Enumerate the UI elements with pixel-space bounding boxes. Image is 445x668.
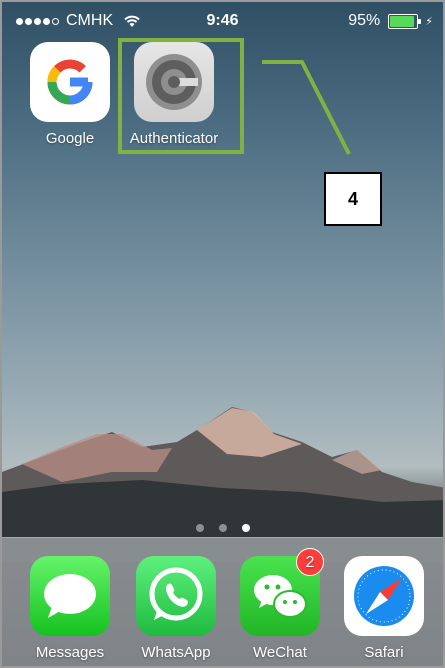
page-dot xyxy=(195,524,204,532)
app-label: WhatsApp xyxy=(141,644,211,661)
safari-logo xyxy=(354,566,414,626)
compass-icon xyxy=(344,556,424,636)
battery-percent: 95% xyxy=(348,12,381,29)
google-g-icon xyxy=(30,42,110,122)
battery-icon xyxy=(388,13,422,29)
callout-number-label: 4 xyxy=(324,172,382,226)
page-indicator[interactable] xyxy=(2,524,443,532)
app-whatsapp[interactable]: WhatsApp xyxy=(130,556,222,661)
page-dot-active xyxy=(241,524,250,532)
page-dot xyxy=(218,524,227,532)
wechat-tile-wrap: 2 xyxy=(240,548,324,636)
app-label: Safari xyxy=(364,644,404,661)
app-label: Messages xyxy=(35,644,105,661)
charging-bolt-icon: ⚡ xyxy=(425,15,433,28)
app-wechat[interactable]: 2 WeChat xyxy=(234,548,326,661)
battery-tip xyxy=(418,18,422,24)
phone-bubble-icon xyxy=(136,556,216,636)
app-label: WeChat xyxy=(253,644,307,661)
notification-badge: 2 xyxy=(296,548,324,576)
messages-logo xyxy=(44,574,96,618)
dock: Messages WhatsApp 2 WeChat Safari xyxy=(2,537,443,666)
speech-bubble-icon xyxy=(30,556,110,636)
app-safari[interactable]: Safari xyxy=(338,556,430,661)
status-right: 95% ⚡ xyxy=(348,12,433,30)
app-label: Google xyxy=(45,130,95,147)
app-messages[interactable]: Messages xyxy=(24,556,116,661)
highlight-box xyxy=(118,38,244,154)
phone-screen: CMHK 9:46 95% ⚡ Google Authenticator 4 M… xyxy=(0,0,445,668)
app-google[interactable]: Google xyxy=(24,42,116,147)
whatsapp-logo xyxy=(149,567,203,621)
google-logo xyxy=(47,59,93,105)
battery-fill xyxy=(390,15,415,27)
status-bar: CMHK 9:46 95% ⚡ xyxy=(2,2,443,42)
